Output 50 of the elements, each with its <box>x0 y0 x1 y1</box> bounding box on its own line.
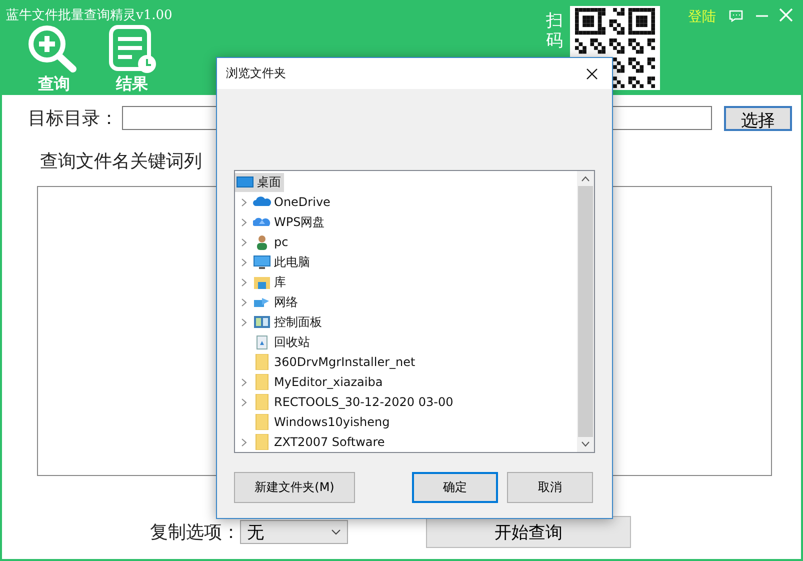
tree-item[interactable]: Windows10yisheng <box>253 412 393 432</box>
expand-chevron-icon[interactable] <box>241 258 247 266</box>
folder-icon <box>253 414 271 430</box>
expand-chevron-icon[interactable] <box>241 398 247 406</box>
start-button[interactable]: 开始查询 <box>426 516 631 548</box>
keywords-label: 查询文件名关键词列 <box>40 150 203 173</box>
expand-chevron-icon[interactable] <box>241 278 247 286</box>
tree-item[interactable]: 此电脑 <box>253 252 313 272</box>
feedback-icon[interactable] <box>727 8 745 24</box>
library-icon <box>253 274 271 290</box>
copy-option-dropdown[interactable]: 无 <box>240 520 348 544</box>
tree-item[interactable]: 控制面板 <box>253 312 325 332</box>
expand-chevron-icon[interactable] <box>241 318 247 326</box>
caret-icon <box>331 529 341 535</box>
folder-icon <box>253 394 271 410</box>
tree-item[interactable]: WPS网盘 <box>253 212 328 232</box>
tree-item[interactable]: ZXT2007 Software <box>253 432 388 452</box>
tree-item[interactable]: 桌面 <box>235 172 284 192</box>
expand-chevron-icon[interactable] <box>241 378 247 386</box>
control-panel-icon <box>253 314 271 330</box>
choose-button[interactable]: 选择 <box>724 106 792 130</box>
dialog-button[interactable]: 确定 <box>412 472 498 503</box>
dialog-button[interactable]: 取消 <box>507 472 593 503</box>
tree-item[interactable]: 360DrvMgrInstaller_net <box>253 352 418 372</box>
tree-item[interactable]: pc <box>253 232 292 252</box>
dialog-button[interactable]: 新建文件夹(M) <box>234 472 355 503</box>
copy-option-label: 复制选项： <box>150 521 240 544</box>
monitor-icon <box>253 254 271 270</box>
expand-chevron-icon[interactable] <box>241 238 247 246</box>
dialog-title: 浏览文件夹 <box>226 65 286 82</box>
folder-icon <box>253 434 271 450</box>
scan-caption: 扫码 <box>546 12 563 52</box>
folder-icon <box>253 354 271 370</box>
tree-item[interactable]: 回收站 <box>253 332 313 352</box>
expand-chevron-icon[interactable] <box>241 218 247 226</box>
tree-item[interactable]: 库 <box>253 272 289 292</box>
folder-icon <box>253 374 271 390</box>
expand-chevron-icon[interactable] <box>241 298 247 306</box>
scroll-up-icon[interactable] <box>581 176 590 182</box>
window-title: 蓝牛文件批量查询精灵v1.00 <box>6 8 172 23</box>
desktop-icon <box>236 175 254 189</box>
tree-item[interactable]: OneDrive <box>253 192 334 212</box>
expand-chevron-icon[interactable] <box>241 198 247 206</box>
scrollbar[interactable] <box>577 171 594 452</box>
tree-item[interactable]: MyEditor_xiazaiba <box>253 372 386 392</box>
tree-item[interactable]: 网络 <box>253 292 301 312</box>
scroll-down-icon[interactable] <box>581 441 590 447</box>
target-label: 目标目录： <box>28 107 118 130</box>
tree-item[interactable]: RECTOOLS_30-12-2020 03-00 <box>253 392 456 412</box>
expand-chevron-icon[interactable] <box>241 438 247 446</box>
